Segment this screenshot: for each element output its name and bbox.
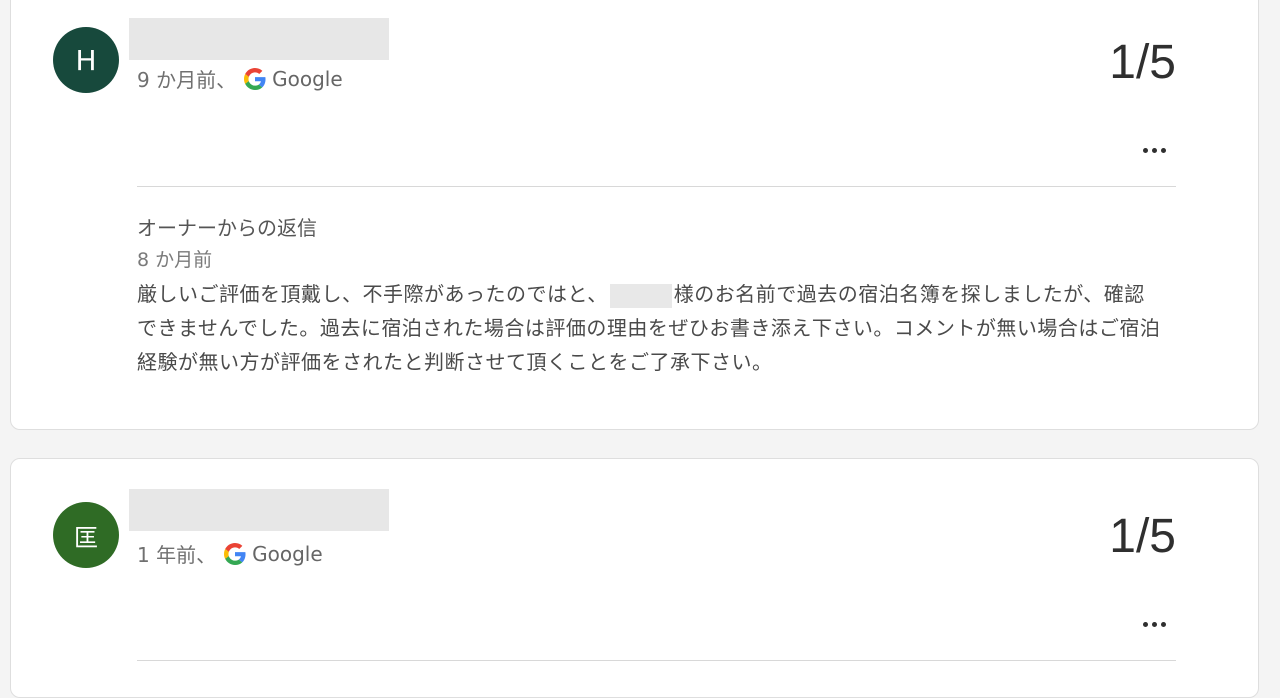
review-meta: 1 年前、 Google xyxy=(137,539,323,568)
divider xyxy=(137,186,1176,187)
google-g-icon xyxy=(244,67,266,90)
review-card: 匡 1 年前、 Google 1/5 xyxy=(10,458,1259,698)
reviewer-name-redacted[interactable] xyxy=(129,18,389,60)
more-horiz-icon-dot xyxy=(1151,147,1157,153)
reply-time: 8 か月前 xyxy=(137,249,213,271)
reply-text: 厳しいご評価を頂戴し、不手際があったのではと、 様のお名前で過去の宿泊名簿を探しま… xyxy=(137,277,1164,379)
review-card: H 9 か月前、 Google 1/5 オーナーからの返信 8 か月前 厳しいご… xyxy=(10,0,1259,430)
review-time: 9 か月前、 xyxy=(137,68,237,92)
avatar[interactable]: 匡 xyxy=(53,502,119,568)
rating: 1/5 xyxy=(1109,36,1176,89)
avatar-letter: H xyxy=(75,43,97,77)
reply-title: オーナーからの返信 xyxy=(137,216,317,240)
avatar-letter: 匡 xyxy=(74,523,98,552)
more-options-button[interactable] xyxy=(1138,614,1170,634)
owner-reply: オーナーからの返信 8 か月前 厳しいご評価を頂戴し、不手際があったのではと、様… xyxy=(137,213,1164,379)
google-g-icon xyxy=(224,542,246,565)
divider xyxy=(137,660,1176,661)
review-source: Google xyxy=(272,66,343,91)
more-horiz-icon-dot xyxy=(1160,147,1166,153)
reviewer-name-redacted[interactable] xyxy=(129,489,389,531)
rating: 1/5 xyxy=(1109,510,1176,563)
review-time: 1 年前、 xyxy=(137,543,217,567)
review-meta: 9 か月前、 Google xyxy=(137,64,343,93)
avatar[interactable]: H xyxy=(53,27,119,93)
redacted-name xyxy=(609,283,672,308)
reply-text-part: 厳しいご評価を頂戴し、不手際があったのではと、 xyxy=(137,282,608,306)
more-options-button[interactable] xyxy=(1138,140,1170,160)
more-horiz-icon xyxy=(1142,147,1148,153)
review-source: Google xyxy=(252,541,323,566)
more-horiz-icon-dot xyxy=(1151,621,1157,627)
more-horiz-icon-dot xyxy=(1160,621,1166,627)
more-horiz-icon xyxy=(1142,621,1148,627)
